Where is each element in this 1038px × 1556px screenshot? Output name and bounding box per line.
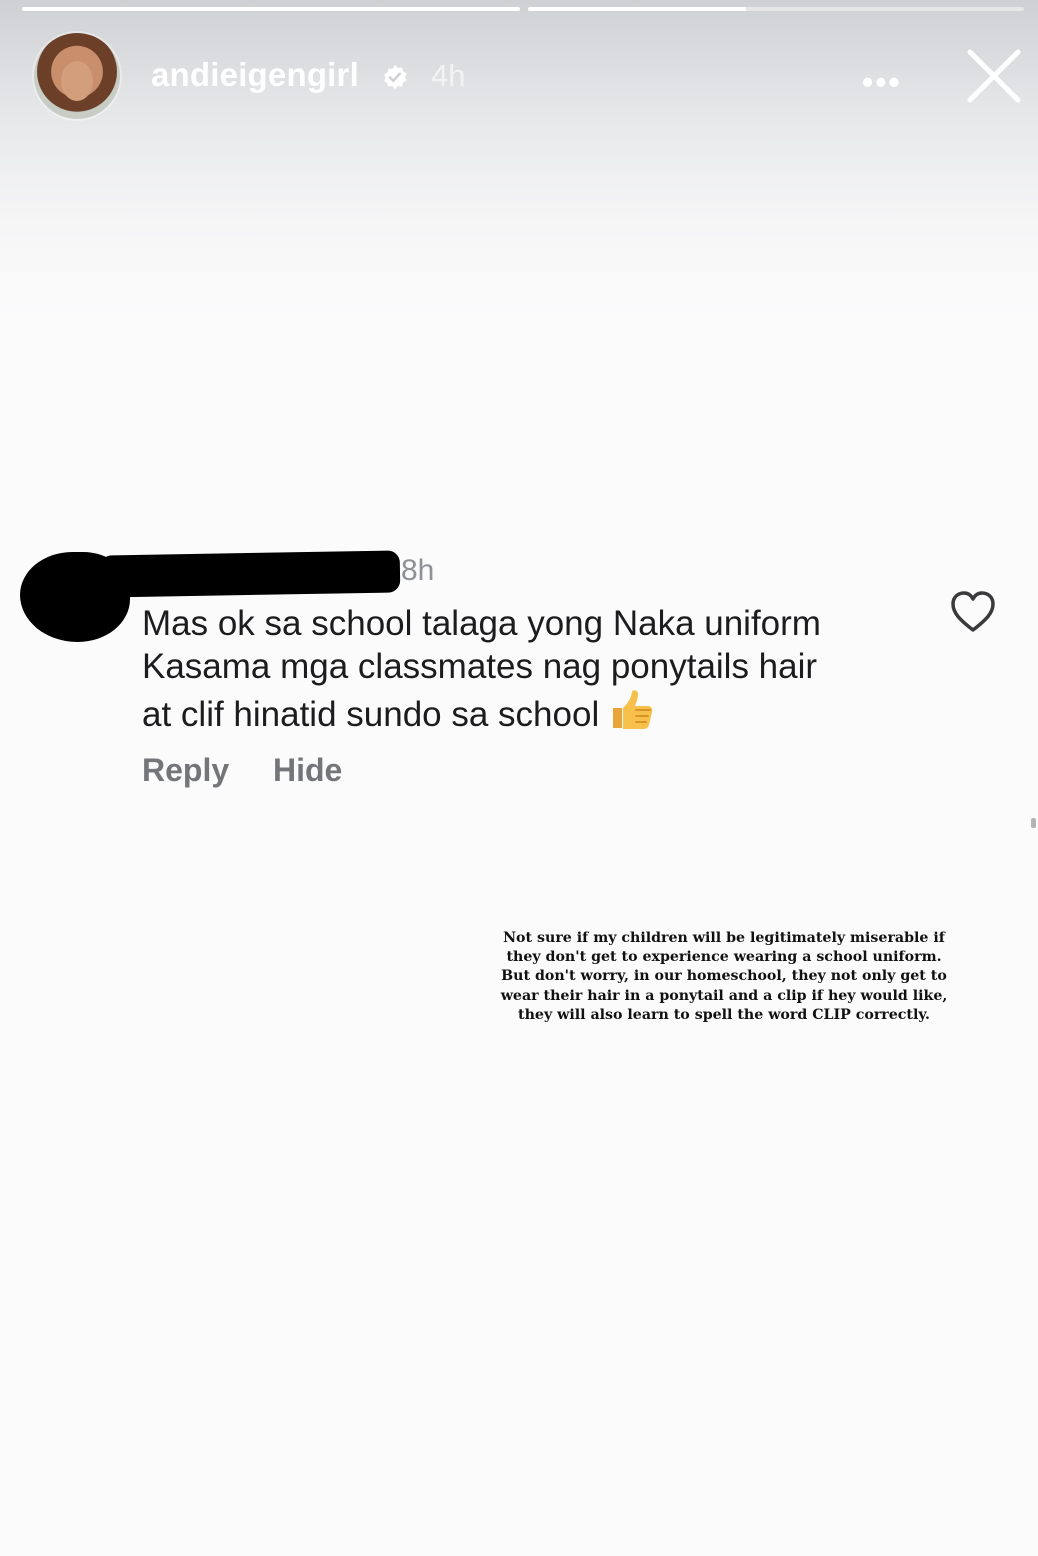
caption-line: wear their hair in a ponytail and a clip… <box>500 987 948 1004</box>
story-username[interactable]: andieigengirl <box>151 56 359 94</box>
comment-text: Mas ok sa school talaga yong Naka unifor… <box>142 602 932 736</box>
story-time: 4h <box>431 58 466 93</box>
story-progress-segment-2 <box>528 7 1024 11</box>
progress-fill <box>528 7 747 11</box>
progress-fill <box>22 7 520 11</box>
scroll-indicator <box>1031 818 1036 828</box>
hide-button[interactable]: Hide <box>273 752 342 789</box>
top-gradient <box>0 0 1038 320</box>
caption-line: But don't worry, in our homeschool, they… <box>501 968 947 985</box>
story-avatar[interactable] <box>34 33 120 119</box>
caption-line: they don't get to experience wearing a s… <box>506 949 942 966</box>
comment-username-redacted <box>99 550 401 598</box>
heart-icon[interactable] <box>950 590 996 634</box>
story-progress-segment-1 <box>22 7 520 11</box>
comment-line: at clif hinatid sundo sa school <box>142 695 600 734</box>
comment-line: Kasama mga classmates nag ponytails hair <box>142 647 818 686</box>
reply-button[interactable]: Reply <box>142 752 229 789</box>
caption-line: Not sure if my children will be legitima… <box>503 930 945 946</box>
more-options-button[interactable]: ••• <box>862 64 902 101</box>
comment-line-last: at clif hinatid sundo sa school <box>142 688 932 736</box>
verified-badge-icon <box>384 65 407 89</box>
avatar-face <box>61 61 93 101</box>
comment-line: Mas ok sa school talaga yong Naka unifor… <box>142 604 821 643</box>
story-caption: Not sure if my children will be legitima… <box>490 929 958 1025</box>
comment-time: 8h <box>401 554 435 587</box>
caption-line: they will also learn to spell the word C… <box>518 1006 930 1023</box>
thumbs-up-icon <box>613 690 653 729</box>
close-icon[interactable] <box>966 48 1022 104</box>
